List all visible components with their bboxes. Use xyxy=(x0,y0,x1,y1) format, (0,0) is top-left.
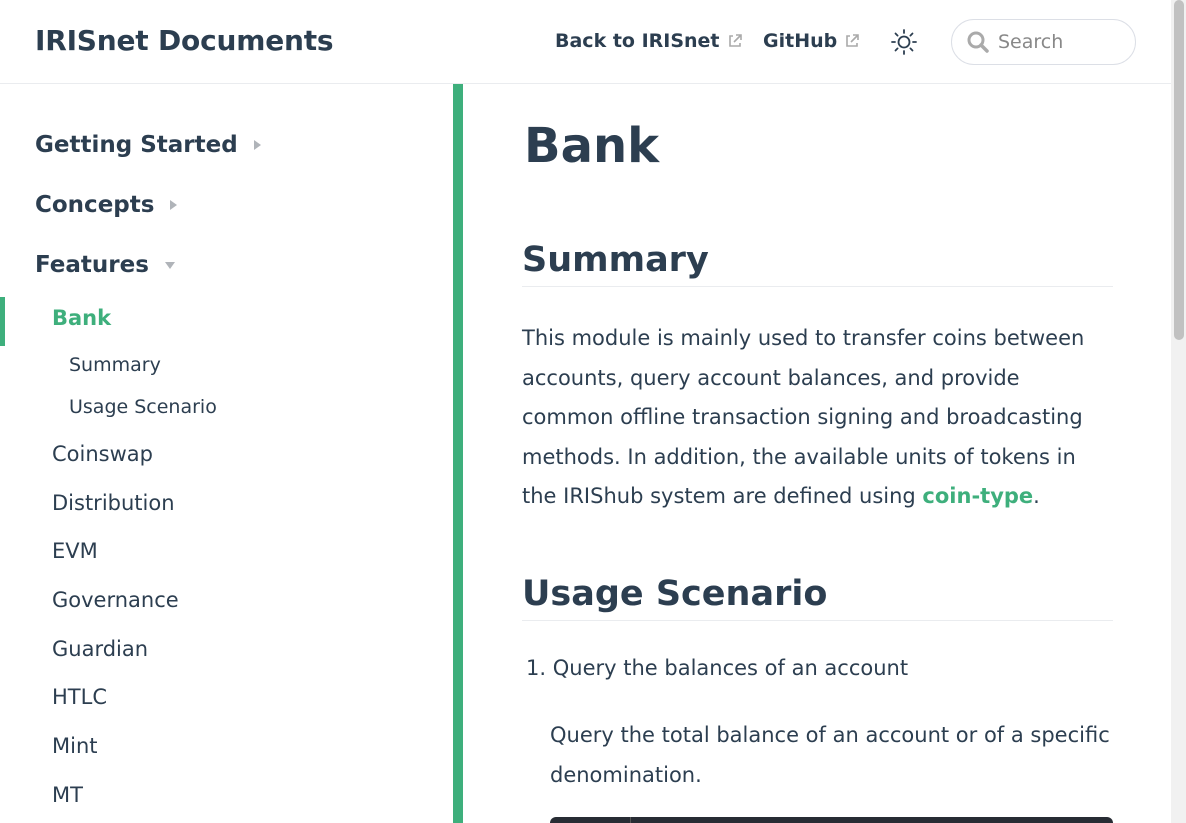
sidebar-group-label: Getting Started xyxy=(35,132,238,158)
sidebar-group-label: Features xyxy=(35,252,149,278)
active-indicator xyxy=(0,297,5,346)
sidebar-subitem-usage-scenario[interactable]: Usage Scenario xyxy=(69,396,217,418)
sidebar-group-label: Concepts xyxy=(35,192,155,218)
list-number: 1. xyxy=(526,656,547,680)
list-item-description: Query the total balance of an account or… xyxy=(550,723,1110,787)
chevron-right-icon xyxy=(253,140,261,150)
sun-icon[interactable] xyxy=(890,28,918,56)
navbar: IRISnet Documents Back to IRISnet GitHub xyxy=(0,0,1171,84)
github-label: GitHub xyxy=(763,30,838,52)
summary-paragraph: This module is mainly used to transfer c… xyxy=(522,319,1113,517)
search-box[interactable] xyxy=(951,19,1136,65)
summary-end: . xyxy=(1033,484,1040,508)
code-block xyxy=(550,817,1113,823)
sidebar-item-mint[interactable]: Mint xyxy=(52,734,98,758)
site-title[interactable]: IRISnet Documents xyxy=(35,24,334,57)
sidebar-item-guardian[interactable]: Guardian xyxy=(52,637,148,661)
summary-heading: Summary xyxy=(522,240,1113,287)
sidebar-item-mt[interactable]: MT xyxy=(52,783,83,807)
code-gutter xyxy=(630,817,631,823)
sidebar-group-concepts[interactable]: Concepts xyxy=(35,192,178,218)
sidebar-subitem-summary[interactable]: Summary xyxy=(69,354,161,376)
external-link-icon xyxy=(728,34,742,47)
back-to-irisnet-label: Back to IRISnet xyxy=(555,30,720,52)
back-to-irisnet-link[interactable]: Back to IRISnet xyxy=(555,30,743,52)
sidebar-item-htlc[interactable]: HTLC xyxy=(52,685,107,709)
chevron-down-icon xyxy=(164,261,175,269)
sidebar-item-evm[interactable]: EVM xyxy=(52,539,98,563)
sidebar-divider[interactable] xyxy=(453,84,463,823)
list-item-text: Query the balances of an account xyxy=(552,656,909,680)
external-link-icon xyxy=(846,34,860,47)
sidebar-item-governance[interactable]: Governance xyxy=(52,588,179,612)
summary-text: This module is mainly used to transfer c… xyxy=(522,326,1085,508)
sidebar-item-distribution[interactable]: Distribution xyxy=(52,491,175,515)
scrollbar-thumb[interactable] xyxy=(1174,0,1184,340)
coin-type-link[interactable]: coin-type xyxy=(922,484,1033,508)
sidebar: Getting Started Concepts Features Bank S… xyxy=(0,84,453,823)
sidebar-item-coinswap[interactable]: Coinswap xyxy=(52,442,153,466)
sidebar-group-features[interactable]: Features xyxy=(35,252,175,278)
sidebar-group-getting-started[interactable]: Getting Started xyxy=(35,132,261,158)
usage-scenario-heading: Usage Scenario xyxy=(522,574,1113,621)
sidebar-item-bank[interactable]: Bank xyxy=(52,306,111,330)
list-item: 1. Query the balances of an account xyxy=(526,656,908,680)
chevron-right-icon xyxy=(170,200,178,210)
page-title: Bank xyxy=(524,118,660,174)
github-link[interactable]: GitHub xyxy=(763,30,860,52)
search-input[interactable] xyxy=(998,31,1118,53)
search-icon xyxy=(967,31,989,53)
